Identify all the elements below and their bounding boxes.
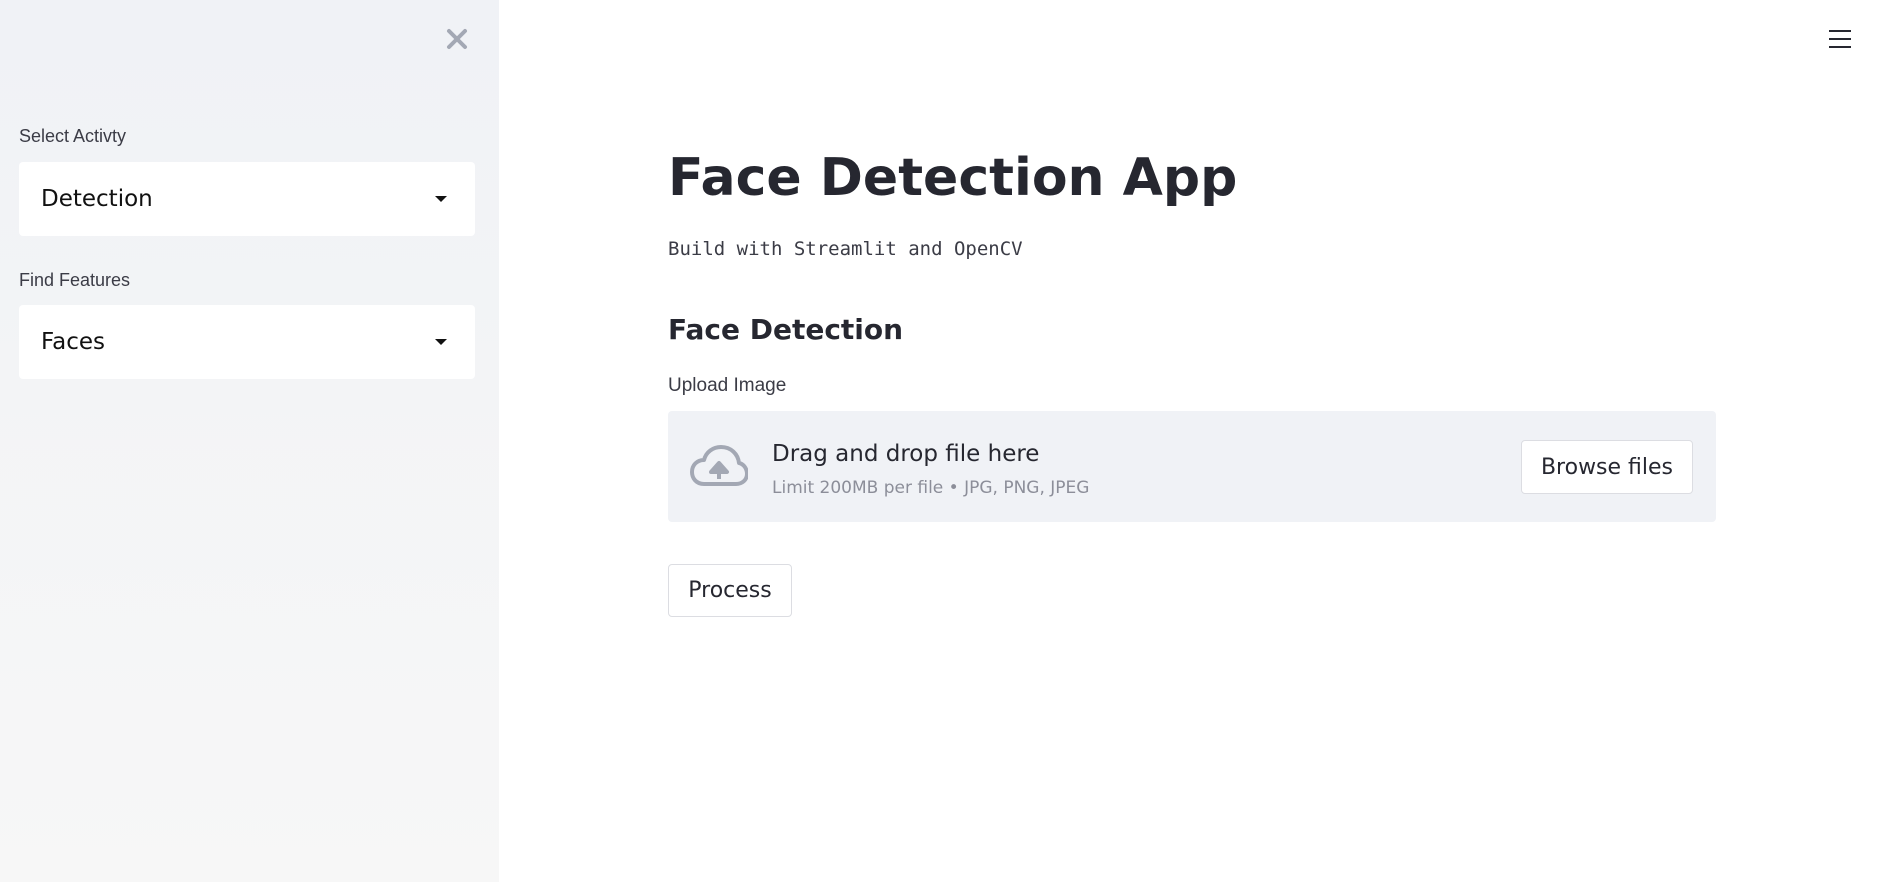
activity-select-label: Select Activty	[19, 126, 127, 146]
cloud-upload-icon	[690, 445, 748, 486]
hamburger-bar	[1829, 38, 1851, 40]
chevron-down-icon	[435, 339, 447, 345]
page-subtitle: Build with Streamlit and OpenCV	[668, 238, 1023, 260]
section-heading: Face Detection	[668, 313, 904, 346]
features-select-label: Find Features	[19, 270, 131, 290]
main-content: Face Detection App Build with Streamlit …	[668, 0, 1716, 882]
hamburger-bar	[1829, 46, 1851, 48]
process-button[interactable]: Process	[668, 564, 792, 617]
hamburger-menu-icon[interactable]	[1825, 26, 1855, 52]
activity-select-value: Detection	[41, 186, 153, 212]
features-select[interactable]: Faces	[19, 305, 475, 379]
browse-files-button[interactable]: Browse files	[1521, 440, 1693, 494]
page-title: Face Detection App	[668, 148, 1238, 208]
close-icon[interactable]	[440, 22, 474, 56]
app-root: Select Activty Detection Find Features F…	[0, 0, 1881, 882]
upload-label: Upload Image	[668, 375, 787, 396]
dropzone-instructions: Drag and drop file here	[772, 441, 1040, 467]
hamburger-bar	[1829, 30, 1851, 32]
chevron-down-icon	[435, 196, 447, 202]
features-select-value: Faces	[41, 329, 105, 355]
dropzone-limits: Limit 200MB per file • JPG, PNG, JPEG	[772, 478, 1090, 498]
activity-select[interactable]: Detection	[19, 162, 475, 236]
file-dropzone[interactable]: Drag and drop file here Limit 200MB per …	[668, 411, 1716, 522]
sidebar: Select Activty Detection Find Features F…	[0, 0, 499, 882]
